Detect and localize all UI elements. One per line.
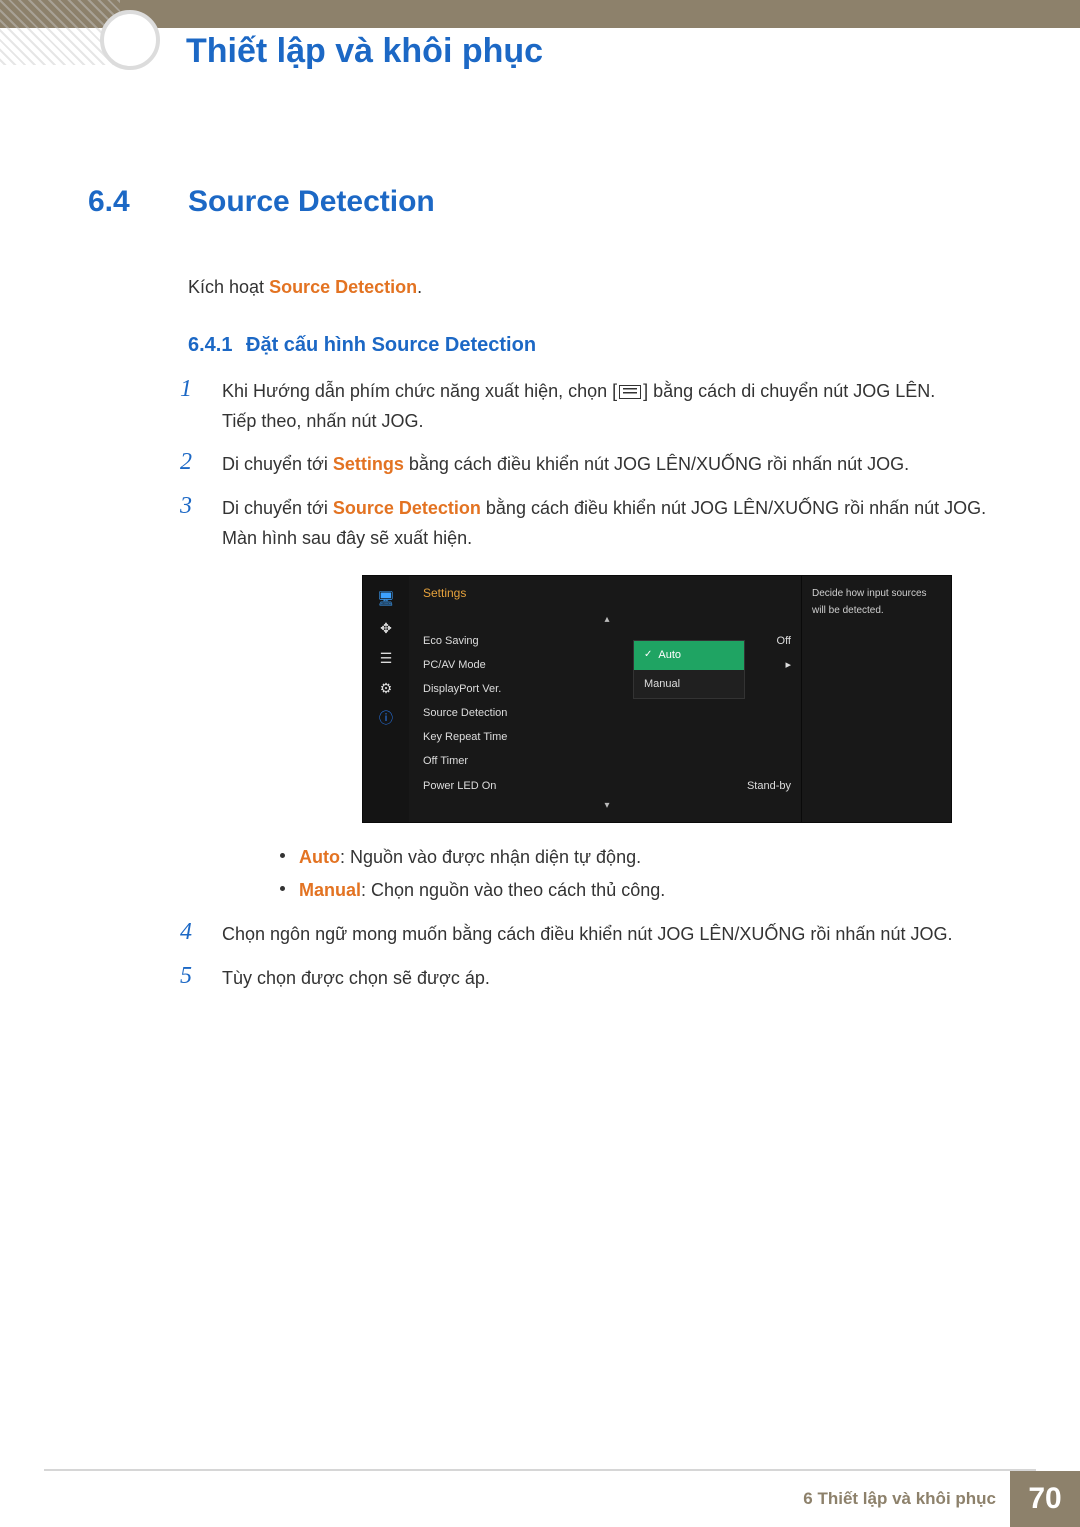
popup-option-label: Manual <box>644 675 680 693</box>
osd-main: Settings ▴ Eco Saving Off PC/AV Mode ▸ Dis… <box>409 576 801 822</box>
osd-row: Key Repeat Time <box>423 725 791 749</box>
osd-row: Source Detection <box>423 701 791 725</box>
popup-option-label: Auto <box>658 646 681 664</box>
osd-row: Off Timer <box>423 749 791 773</box>
step3-strong: Source Detection <box>333 498 481 518</box>
scroll-down-icon: ▾ <box>423 798 791 815</box>
step-4: 4 Chọn ngôn ngữ mong muốn bằng cách điều… <box>180 920 988 950</box>
move-icon: ✥ <box>374 616 398 640</box>
osd-title: Settings <box>423 584 791 604</box>
step-number: 1 <box>180 377 204 436</box>
step4-text: Chọn ngôn ngữ mong muốn bằng cách điều k… <box>222 924 952 944</box>
popup-option-auto: Auto <box>634 641 744 669</box>
step-2: 2 Di chuyển tới Settings bằng cách điều … <box>180 450 988 480</box>
bullet-manual: Manual: Chọn nguồn vào theo cách thủ côn… <box>280 874 988 906</box>
footer: 6 Thiết lập và khôi phục 70 <box>0 1471 1080 1527</box>
chapter-title: Thiết lập và khôi phục <box>186 32 543 71</box>
osd-help-text: Decide how input sources will be detecte… <box>801 576 951 822</box>
intro-suffix: . <box>417 277 422 297</box>
osd-row-label: DisplayPort Ver. <box>423 680 501 698</box>
section-number: 6.4 <box>88 185 188 219</box>
bullet-auto: Auto: Nguồn vào được nhận diện tự động. <box>280 841 988 873</box>
section-intro: Kích hoạt Source Detection. <box>188 277 988 298</box>
info-icon: ⓘ <box>374 706 398 730</box>
step3-text-a: Di chuyển tới <box>222 498 333 518</box>
bullet-text: : Nguồn vào được nhận diện tự động. <box>340 847 641 867</box>
chapter-circle <box>100 10 160 70</box>
osd-row-value: Stand-by <box>747 777 791 795</box>
subsection-heading: 6.4.1 Đặt cấu hình Source Detection <box>188 334 988 357</box>
step-3: 3 Di chuyển tới Source Detection bằng cá… <box>180 494 988 906</box>
osd-row: Power LED On Stand-by <box>423 774 791 798</box>
page-number: 70 <box>1010 1471 1080 1527</box>
options-bullets: Auto: Nguồn vào được nhận diện tự động. … <box>280 841 988 906</box>
footer-text: 6 Thiết lập và khôi phục <box>803 1471 1010 1527</box>
osd-row-value: Off <box>777 632 791 650</box>
step2-text-a: Di chuyển tới <box>222 454 333 474</box>
scroll-up-icon: ▴ <box>423 612 791 629</box>
intro-strong: Source Detection <box>269 277 417 297</box>
monitor-icon: 🖥 <box>374 586 398 610</box>
content-area: 6.4 Source Detection Kích hoạt Source De… <box>88 185 988 993</box>
step-number: 5 <box>180 964 204 994</box>
popup-option-manual: Manual <box>634 670 744 698</box>
bullet-text: : Chọn nguồn vào theo cách thủ công. <box>361 880 665 900</box>
step-number: 3 <box>180 494 204 906</box>
osd-popup: Auto Manual <box>633 640 745 698</box>
step2-strong: Settings <box>333 454 404 474</box>
header-bar <box>0 0 1080 28</box>
step1-text-b: ] bằng cách di chuyển nút JOG LÊN. <box>643 381 935 401</box>
osd-row-label: Off Timer <box>423 752 468 770</box>
steps-list: 1 Khi Hướng dẫn phím chức năng xuất hiện… <box>180 377 988 993</box>
osd-row-label: Eco Saving <box>423 632 479 650</box>
step1-text-a: Khi Hướng dẫn phím chức năng xuất hiện, … <box>222 381 617 401</box>
bullet-label: Manual <box>299 880 361 900</box>
gear-icon: ⚙ <box>374 676 398 700</box>
osd-row-label: Source Detection <box>423 704 507 722</box>
step1-text-c: Tiếp theo, nhấn nút JOG. <box>222 411 423 431</box>
menu-icon <box>619 385 641 399</box>
subsection-title: Đặt cấu hình Source Detection <box>246 334 536 357</box>
subsection-number: 6.4.1 <box>188 334 246 357</box>
step-number: 2 <box>180 450 204 480</box>
bullet-label: Auto <box>299 847 340 867</box>
step-number: 4 <box>180 920 204 950</box>
osd-row-label: PC/AV Mode <box>423 656 486 674</box>
section-heading: 6.4 Source Detection <box>88 185 988 219</box>
list-icon: ☰ <box>374 646 398 670</box>
step5-text: Tùy chọn được chọn sẽ được áp. <box>222 968 490 988</box>
step2-text-c: bằng cách điều khiển nút JOG LÊN/XUỐNG r… <box>404 454 909 474</box>
osd-row-label: Power LED On <box>423 777 496 795</box>
section-title: Source Detection <box>188 185 435 219</box>
step-5: 5 Tùy chọn được chọn sẽ được áp. <box>180 964 988 994</box>
step-1: 1 Khi Hướng dẫn phím chức năng xuất hiện… <box>180 377 988 436</box>
step3-text-d: Màn hình sau đây sẽ xuất hiện. <box>222 528 472 548</box>
osd-sidebar: 🖥 ✥ ☰ ⚙ ⓘ <box>363 576 409 822</box>
intro-prefix: Kích hoạt <box>188 277 269 297</box>
osd-row-value: ▸ <box>785 656 791 674</box>
step3-text-c: bằng cách điều khiển nút JOG LÊN/XUỐNG r… <box>481 498 986 518</box>
osd-screenshot: 🖥 ✥ ☰ ⚙ ⓘ Settings ▴ Eco Saving Off PC/AV… <box>362 575 988 823</box>
osd-row-label: Key Repeat Time <box>423 728 507 746</box>
